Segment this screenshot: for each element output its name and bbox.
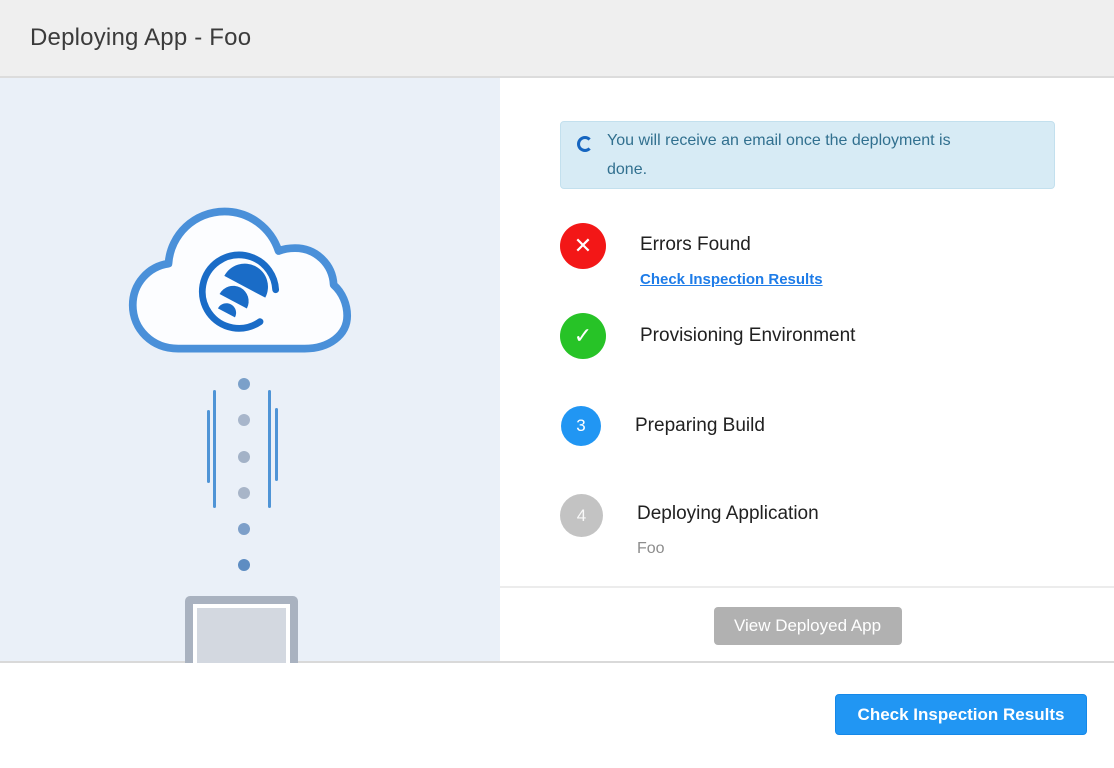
banner-text: You will receive an email once the deplo… [607, 126, 992, 184]
step-title: Deploying Application [637, 502, 819, 526]
flow-line [268, 390, 271, 508]
deployment-steps-list: ✕ Errors Found Check Inspection Results … [560, 223, 1055, 559]
page-title: Deploying App - Foo [30, 24, 251, 52]
flow-dot [238, 378, 250, 390]
flow-dot [238, 414, 250, 426]
flow-dot [238, 451, 250, 463]
step-provisioning-environment: ✓ Provisioning Environment [560, 313, 1055, 359]
flow-line [275, 408, 278, 481]
check-inspection-results-link[interactable]: Check Inspection Results [640, 271, 823, 289]
step-deploying-application: 4 Deploying Application Foo [560, 494, 1055, 559]
deployment-illustration-panel [0, 78, 500, 661]
flow-line [213, 390, 216, 508]
flow-dot [238, 523, 250, 535]
step-title: Preparing Build [635, 414, 765, 438]
loading-spinner-icon [577, 136, 593, 152]
dialog-header: Deploying App - Foo [0, 0, 1114, 78]
cloud-logo-icon [123, 196, 355, 366]
flow-dot [238, 559, 250, 571]
dialog-body: You will receive an email once the deplo… [0, 78, 1114, 663]
success-check-icon: ✓ [560, 313, 606, 359]
check-inspection-results-button[interactable]: Check Inspection Results [835, 694, 1087, 735]
email-notification-banner: You will receive an email once the deplo… [560, 121, 1055, 189]
view-deployed-app-button[interactable]: View Deployed App [714, 607, 902, 645]
step-title: Provisioning Environment [640, 324, 855, 348]
step-number-badge: 4 [560, 494, 603, 537]
flow-line [207, 410, 210, 483]
step-number-badge: 3 [561, 406, 601, 446]
step-errors-found: ✕ Errors Found Check Inspection Results [560, 223, 1055, 289]
step-title: Errors Found [640, 233, 823, 257]
error-icon: ✕ [560, 223, 606, 269]
step-preparing-build: 3 Preparing Build [560, 406, 1055, 446]
deployment-status-panel: You will receive an email once the deplo… [500, 78, 1114, 661]
dialog-footer: Check Inspection Results [0, 663, 1114, 764]
monitor-screen [197, 608, 286, 667]
flow-dot [238, 487, 250, 499]
app-name-label: Foo [637, 539, 819, 559]
